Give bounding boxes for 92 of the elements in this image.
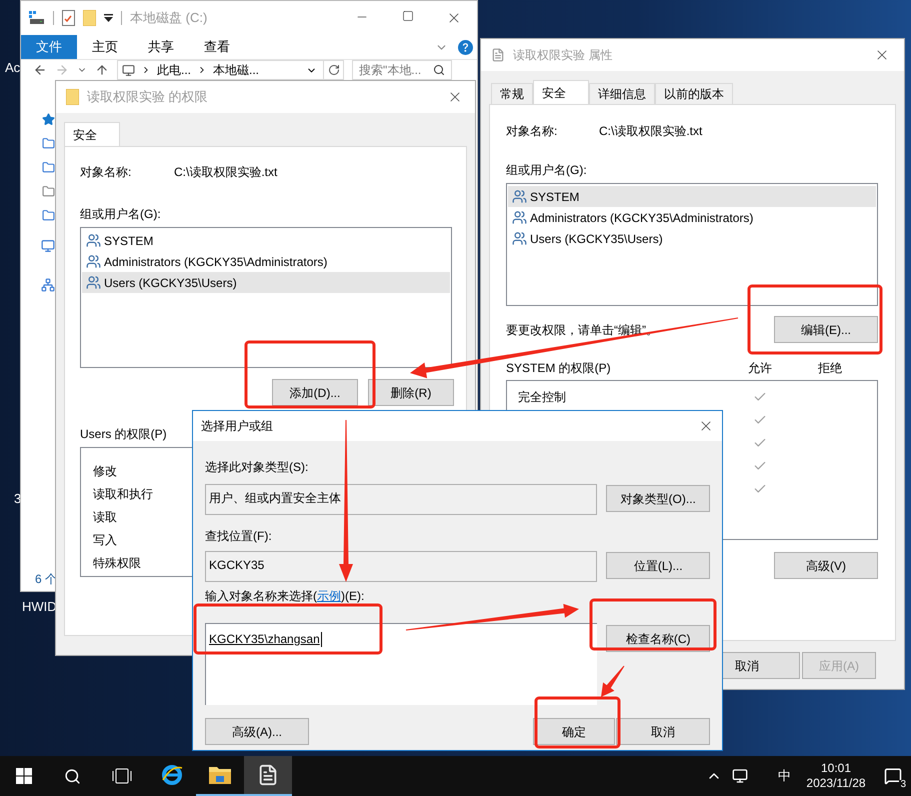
object-name-label: 对象名称: — [506, 123, 558, 140]
monitor-icon[interactable] — [41, 239, 55, 253]
folder-icon[interactable] — [42, 209, 55, 222]
folder-icon[interactable] — [42, 185, 55, 198]
breadcrumb-item[interactable]: 本地磁... — [213, 61, 260, 79]
ok-button[interactable]: 确定 — [533, 718, 615, 745]
permissions-label: SYSTEM 的权限(P) — [506, 360, 611, 377]
object-name-label: 对象名称: — [80, 164, 132, 181]
folder-icon — [66, 89, 79, 105]
permission-name: 完全控制 — [517, 388, 567, 406]
address-bar[interactable]: 此电... 本地磁... — [117, 60, 344, 80]
clock[interactable]: 10:01 2023/11/28 — [801, 761, 871, 791]
start-icon[interactable] — [16, 768, 32, 784]
users-icon — [512, 210, 527, 225]
dropdown-icon[interactable] — [104, 14, 113, 22]
browser-icon — [160, 763, 184, 787]
group-list-item[interactable]: SYSTEM — [508, 186, 876, 207]
ribbon-tab[interactable]: 文件 — [21, 35, 77, 59]
ribbon-tab[interactable]: 查看 — [189, 35, 245, 59]
notification-icon[interactable] — [884, 767, 902, 785]
tab[interactable]: 安全 — [64, 122, 120, 146]
group-list-item[interactable]: Users (KGCKY35\Users) — [82, 272, 450, 293]
tab[interactable]: 安全 — [533, 80, 589, 104]
examples-link[interactable]: 示例 — [317, 589, 341, 603]
group-list-item[interactable]: SYSTEM — [82, 230, 450, 251]
groups-label: 组或用户名(G): — [80, 206, 161, 223]
ribbon-tab[interactable]: 主页 — [77, 35, 133, 59]
column-header: 允许 — [748, 360, 772, 377]
folder-icon[interactable] — [42, 161, 55, 174]
users-icon — [86, 275, 101, 290]
search-field[interactable]: 搜索"本地... — [352, 60, 452, 80]
users-icon — [86, 233, 101, 248]
permission-name: 读取和执行 — [93, 486, 153, 502]
ribbon-tab[interactable]: 共享 — [133, 35, 189, 59]
document-icon — [491, 48, 505, 62]
groups-label: 组或用户名(G): — [506, 162, 587, 179]
search-icon[interactable] — [64, 768, 80, 784]
advanced-button[interactable]: 高级(A)... — [205, 718, 309, 745]
object-type-field: 用户、组或内置安全主体 — [205, 484, 598, 515]
add-button[interactable]: 添加(D)... — [272, 379, 358, 406]
object-name-value: C:\读取权限实验.txt — [174, 164, 278, 181]
arrow — [601, 666, 624, 697]
taskbar-app[interactable] — [244, 756, 292, 796]
notepad-icon — [257, 764, 279, 786]
remove-button[interactable]: 删除(R) — [368, 379, 454, 406]
object-names-field[interactable]: KGCKY35\zhangsan — [205, 623, 598, 705]
window-title: 本地磁盘 (C:) — [130, 9, 208, 28]
advanced-button[interactable]: 高级(V) — [774, 552, 878, 579]
star-icon[interactable] — [42, 113, 55, 126]
users-icon — [512, 231, 527, 246]
permission-name: 特殊权限 — [93, 554, 141, 572]
up-icon[interactable] — [95, 63, 109, 77]
location-label: 查找位置(F): — [205, 528, 272, 545]
desktop-icon-label[interactable]: Ac — [5, 58, 20, 78]
task-view-icon[interactable] — [112, 768, 132, 784]
location-field: KGCKY35 — [205, 551, 598, 582]
back-icon[interactable] — [33, 63, 47, 77]
tab[interactable]: 常规 — [491, 83, 533, 104]
tab[interactable]: 以前的版本 — [655, 83, 733, 104]
window-title: 读取权限实验 的权限 — [87, 88, 208, 106]
permission-name: 写入 — [93, 532, 117, 548]
users-icon — [512, 189, 527, 204]
permission-name: 读取 — [93, 508, 117, 526]
locations-button[interactable]: 位置(L)... — [606, 552, 710, 579]
group-list-item[interactable]: Administrators (KGCKY35\Administrators) — [82, 251, 450, 272]
search-icon — [433, 64, 445, 76]
group-list-item[interactable]: Users (KGCKY35\Users) — [508, 228, 876, 249]
notification-count: 3 — [899, 780, 907, 790]
checklist-icon[interactable] — [62, 10, 75, 26]
group-list-item[interactable]: Administrators (KGCKY35\Administrators) — [508, 207, 876, 228]
window-title: 读取权限实验 属性 — [513, 47, 612, 64]
breadcrumb-item[interactable]: 此电... — [157, 61, 192, 79]
status-bar-text: 6 个 — [35, 571, 58, 588]
tab[interactable]: 详细信息 — [589, 83, 655, 104]
permissions-label: Users 的权限(P) — [80, 426, 167, 443]
users-icon — [86, 254, 101, 269]
names-label: 输入对象名称来选择(示例)(E): — [205, 588, 364, 605]
refresh-icon[interactable] — [328, 64, 340, 76]
cancel-button[interactable]: 取消 — [616, 718, 710, 745]
permission-name: 修改 — [93, 462, 117, 480]
maximize-icon[interactable] — [402, 10, 414, 22]
object-types-button[interactable]: 对象类型(O)... — [606, 485, 710, 512]
object-name-value: C:\读取权限实验.txt — [599, 123, 702, 140]
help-icon[interactable] — [458, 40, 473, 54]
object-type-label: 选择此对象类型(S): — [205, 459, 308, 476]
folder-icon[interactable] — [42, 137, 55, 150]
edit-button[interactable]: 编辑(E)... — [774, 316, 878, 343]
folder-icon — [208, 764, 232, 786]
column-header: 拒绝 — [818, 360, 842, 377]
ime-indicator[interactable]: 中 — [778, 766, 791, 786]
desktop-icon-label[interactable]: HWID — [22, 597, 57, 616]
window-title: 选择用户或组 — [201, 418, 273, 435]
